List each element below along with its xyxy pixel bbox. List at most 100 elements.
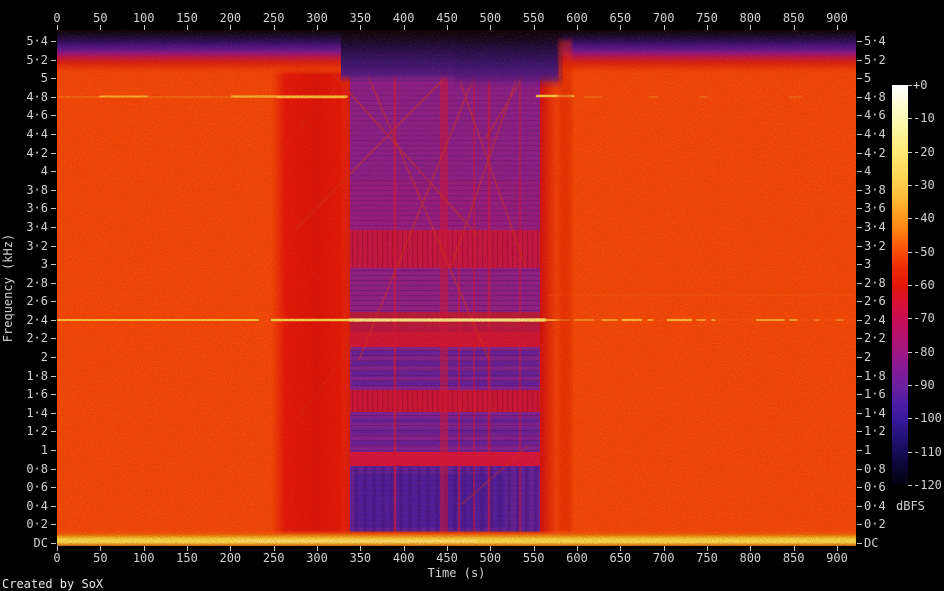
freq-tick-right xyxy=(857,208,862,210)
freq-tick-label-right: 1 xyxy=(864,443,872,458)
freq-tick-left xyxy=(51,189,56,191)
colorbar-tick xyxy=(908,118,912,120)
time-tick-top xyxy=(620,25,622,30)
freq-tick-label-left: 1·2 xyxy=(26,424,48,439)
freq-tick-label-right: 1·4 xyxy=(864,405,886,420)
freq-tick-label-left: 5·4 xyxy=(26,33,48,48)
colorbar-tick xyxy=(908,418,912,420)
freq-tick-label-right: 4·2 xyxy=(864,145,886,160)
freq-tick-label-left: 3 xyxy=(40,257,48,272)
time-tick-label-bottom: 100 xyxy=(132,551,155,565)
time-tick-label-bottom: 200 xyxy=(219,551,242,565)
freq-tick-left xyxy=(51,282,56,284)
colorbar-tick-label: -30 xyxy=(913,177,935,192)
freq-tick-label-right: 1·2 xyxy=(864,424,886,439)
time-tick-label-top: 700 xyxy=(652,11,675,25)
time-tick-label-top: 500 xyxy=(479,11,502,25)
freq-tick-label-right: 2·4 xyxy=(864,312,886,327)
freq-tick-label-left: 1·6 xyxy=(26,387,48,402)
freq-tick-label-right: 0·6 xyxy=(864,480,886,495)
freq-tick-right xyxy=(857,152,862,154)
freq-tick-left xyxy=(51,301,56,303)
time-tick-top xyxy=(577,25,578,30)
freq-tick-label-right: 5 xyxy=(864,71,872,86)
colorbar-tick-label: -100 xyxy=(913,411,942,426)
freq-tick-right xyxy=(857,505,862,507)
time-tick-label-top: 300 xyxy=(306,11,328,25)
time-tick-label-top: 250 xyxy=(262,11,285,25)
freq-tick-label-left: 4·2 xyxy=(26,145,48,160)
freq-tick-left xyxy=(51,152,56,154)
freq-tick-label-right: 2·6 xyxy=(864,294,886,309)
time-tick-label-bottom: 600 xyxy=(566,551,588,565)
freq-tick-left xyxy=(51,450,56,452)
freq-tick-left xyxy=(51,338,56,340)
freq-tick-label-left: 2·6 xyxy=(26,294,48,309)
colorbar-tick-label: -80 xyxy=(913,344,935,359)
freq-tick-label-left: 1·8 xyxy=(26,368,48,383)
freq-tick-right xyxy=(857,375,862,377)
time-tick-label-bottom: 150 xyxy=(176,551,198,565)
freq-tick-label-right: 2 xyxy=(864,350,872,365)
freq-tick-label-right: 2·2 xyxy=(864,331,886,346)
freq-tick-label-left: 4·6 xyxy=(26,108,48,123)
freq-tick-label-left: 0·6 xyxy=(26,480,48,495)
freq-tick-right xyxy=(857,115,862,117)
credit-text: Created by SoX xyxy=(2,577,104,591)
colorbar-tick-label: -20 xyxy=(913,144,935,159)
time-tick-top xyxy=(490,25,492,30)
freq-tick-label-left: 3·2 xyxy=(26,238,48,253)
freq-tick-label-right: 3 xyxy=(864,257,872,272)
time-tick-top xyxy=(793,25,795,30)
freq-tick-left xyxy=(51,394,56,396)
time-tick-top xyxy=(750,25,752,30)
freq-tick-label-left: 4·8 xyxy=(26,89,48,104)
freq-tick-right xyxy=(857,40,862,42)
freq-tick-right xyxy=(857,226,862,228)
freq-tick-left xyxy=(51,319,56,321)
freq-tick-label-right: 0·8 xyxy=(864,461,886,476)
colorbar-tick xyxy=(908,251,912,253)
colorbar-tick xyxy=(908,284,912,286)
freq-tick-label-right: 4 xyxy=(864,164,872,179)
freq-tick-label-right: 3·6 xyxy=(864,201,886,216)
freq-tick-left xyxy=(51,226,56,228)
colorbar-tick xyxy=(908,384,912,386)
time-tick-label-bottom: 750 xyxy=(696,551,718,565)
time-tick-label-bottom: 650 xyxy=(609,551,632,565)
freq-tick-right xyxy=(857,96,862,98)
colorbar-tick-label: +0 xyxy=(913,78,928,92)
freq-tick-label-left: 3·6 xyxy=(26,201,48,216)
freq-tick-label-left: 1·4 xyxy=(26,405,48,420)
time-tick-label-top: 750 xyxy=(696,11,718,25)
freq-tick-label-left: 4·4 xyxy=(26,126,48,141)
time-tick-top xyxy=(100,25,102,30)
freq-tick-label-right: 4·4 xyxy=(864,126,886,141)
freq-tick-label-left: 2·2 xyxy=(26,331,48,346)
time-tick-top xyxy=(403,25,405,30)
freq-tick-left xyxy=(51,412,56,414)
time-tick-label-top: 200 xyxy=(219,11,242,25)
time-tick-label-bottom: 900 xyxy=(826,551,848,565)
freq-tick-left xyxy=(51,133,56,135)
colorbar-tick-label: -10 xyxy=(913,111,935,126)
colorbar-tick-label: -90 xyxy=(913,377,935,392)
time-tick-top xyxy=(663,25,665,30)
time-tick-label-top: 150 xyxy=(176,11,198,25)
colorbar-tick-label: -40 xyxy=(913,211,935,226)
freq-tick-right xyxy=(857,189,862,191)
time-tick-label-bottom: 300 xyxy=(306,551,328,565)
time-tick-label-bottom: 0 xyxy=(53,551,61,565)
time-tick-top xyxy=(447,25,448,30)
time-tick-label-top: 900 xyxy=(826,11,848,25)
spectrogram-figure: Time (s) Frequency (kHz) dBFS Created by… xyxy=(0,0,944,591)
freq-tick-label-left: 3·8 xyxy=(26,182,48,197)
time-tick-label-top: 50 xyxy=(93,11,108,25)
freq-tick-right xyxy=(857,450,862,452)
time-tick-label-bottom: 250 xyxy=(262,551,285,565)
freq-tick-left xyxy=(51,375,56,377)
time-tick-label-bottom: 700 xyxy=(652,551,675,565)
time-tick-label-top: 850 xyxy=(782,11,805,25)
freq-tick-left xyxy=(51,245,56,247)
time-tick-top xyxy=(230,25,232,30)
